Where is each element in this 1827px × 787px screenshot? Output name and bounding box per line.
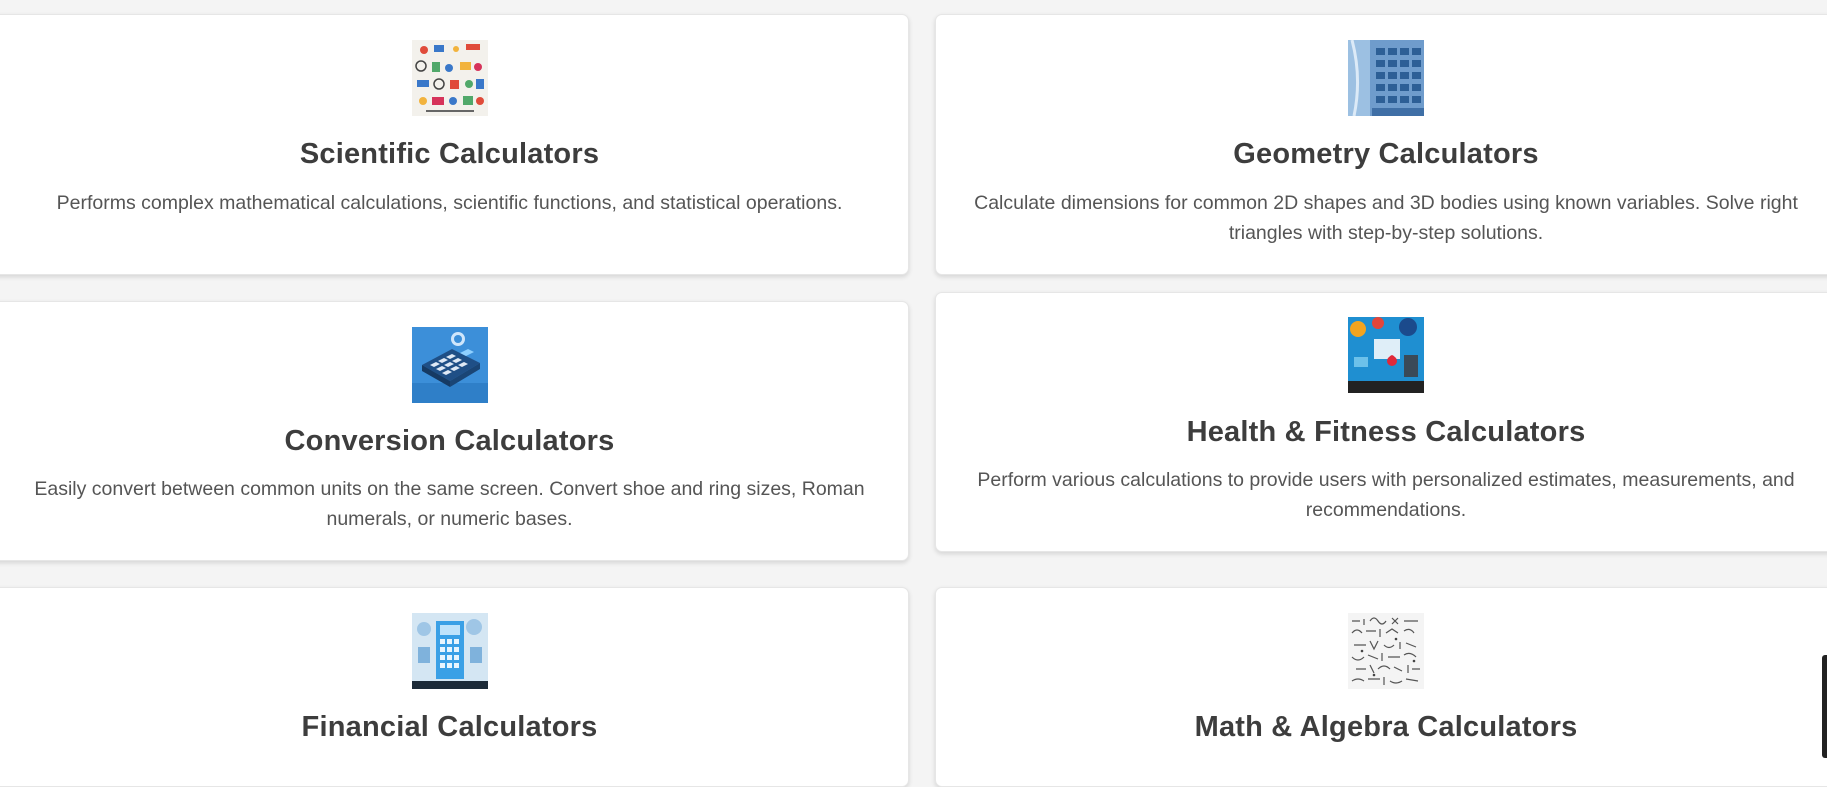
math-formulas-sketch-image bbox=[1348, 613, 1424, 689]
card-description: Perform various calculations to provide … bbox=[977, 469, 1795, 521]
finance-calculator-image bbox=[411, 613, 488, 689]
card-title[interactable]: Conversion Calculators bbox=[0, 425, 908, 458]
health-items-image bbox=[1348, 317, 1424, 393]
category-card-conversion[interactable]: Conversion Calculators Easily convert be… bbox=[0, 301, 909, 561]
card-description: Calculate dimensions for common 2D shape… bbox=[974, 192, 1798, 244]
card-title[interactable]: Math & Algebra Calculators bbox=[936, 711, 1827, 744]
card-description: Easily convert between common units on t… bbox=[34, 478, 865, 530]
scrollbar-thumb[interactable] bbox=[1822, 655, 1827, 758]
isometric-calculator-image bbox=[411, 327, 488, 403]
category-card-financial[interactable]: Financial Calculators bbox=[0, 587, 909, 787]
blue-calculator-keypad-image bbox=[1348, 40, 1424, 116]
category-card-health-fitness[interactable]: Health & Fitness Calculators Perform var… bbox=[935, 292, 1827, 552]
category-card-geometry[interactable]: Geometry Calculators Calculate dimension… bbox=[935, 14, 1827, 275]
card-title[interactable]: Financial Calculators bbox=[0, 711, 908, 744]
science-collage-image bbox=[411, 40, 488, 116]
card-title[interactable]: Health & Fitness Calculators bbox=[936, 416, 1827, 449]
card-description: Performs complex mathematical calculatio… bbox=[56, 192, 843, 214]
category-card-scientific[interactable]: Scientific Calculators Performs complex … bbox=[0, 14, 909, 275]
category-card-math-algebra[interactable]: Math & Algebra Calculators bbox=[935, 587, 1827, 787]
card-title[interactable]: Scientific Calculators bbox=[0, 138, 908, 171]
card-title[interactable]: Geometry Calculators bbox=[936, 138, 1827, 171]
